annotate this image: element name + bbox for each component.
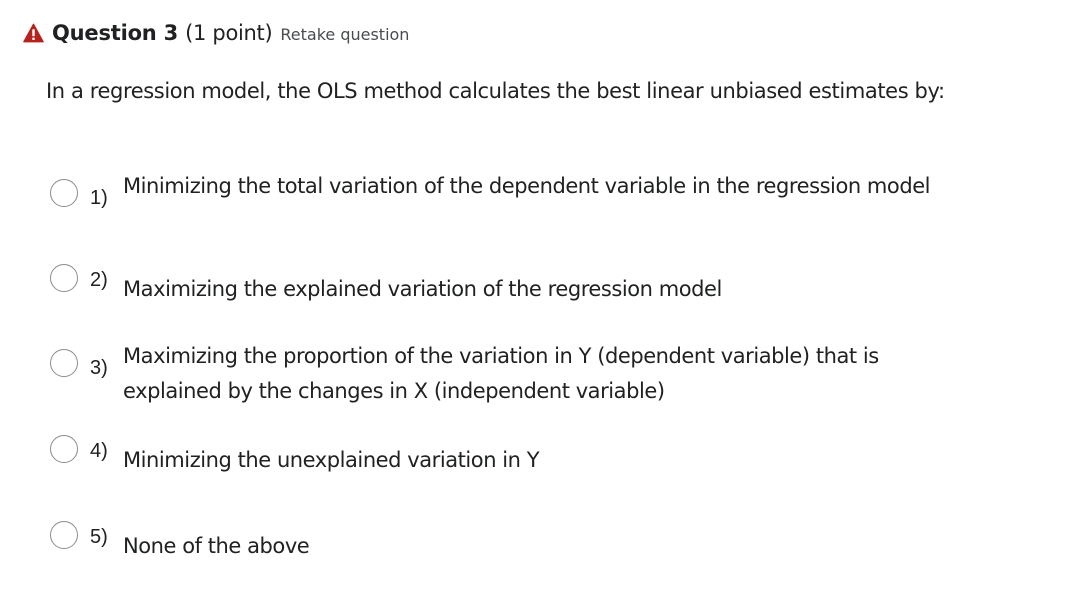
option-3-radio[interactable] bbox=[50, 349, 78, 377]
option-5-label: None of the above bbox=[123, 534, 310, 558]
option-2-number: 2) bbox=[90, 269, 108, 291]
option-3[interactable]: 3) Maximizing the proportion of the vari… bbox=[50, 342, 950, 412]
option-2[interactable]: 2) Maximizing the explained variation of… bbox=[50, 264, 950, 304]
option-5-radio[interactable] bbox=[50, 521, 78, 549]
option-2-radio[interactable] bbox=[50, 264, 78, 292]
question-points: (1 point) bbox=[185, 21, 273, 45]
warning-triangle-icon bbox=[23, 23, 44, 43]
option-1-radio[interactable] bbox=[50, 179, 78, 207]
option-2-label: Maximizing the explained variation of th… bbox=[123, 277, 722, 301]
option-1-number: 1) bbox=[90, 187, 108, 209]
question-prompt: In a regression model, the OLS method ca… bbox=[46, 79, 945, 103]
option-3-number: 3) bbox=[90, 357, 108, 379]
option-4-label: Minimizing the unexplained variation in … bbox=[123, 448, 540, 472]
question-header: Question 3 (1 point) Retake question bbox=[23, 18, 409, 48]
option-1-label: Minimizing the total variation of the de… bbox=[123, 174, 931, 198]
retake-question-link[interactable]: Retake question bbox=[280, 25, 409, 44]
option-5[interactable]: 5) None of the above bbox=[50, 521, 950, 561]
option-4-number: 4) bbox=[90, 440, 108, 462]
question-title: Question 3 bbox=[52, 21, 179, 45]
option-5-number: 5) bbox=[90, 526, 108, 548]
option-4[interactable]: 4) Minimizing the unexplained variation … bbox=[50, 435, 950, 475]
option-4-radio[interactable] bbox=[50, 435, 78, 463]
option-3-label: Maximizing the proportion of the variati… bbox=[123, 344, 879, 403]
option-1[interactable]: 1) Minimizing the total variation of the… bbox=[50, 172, 950, 242]
